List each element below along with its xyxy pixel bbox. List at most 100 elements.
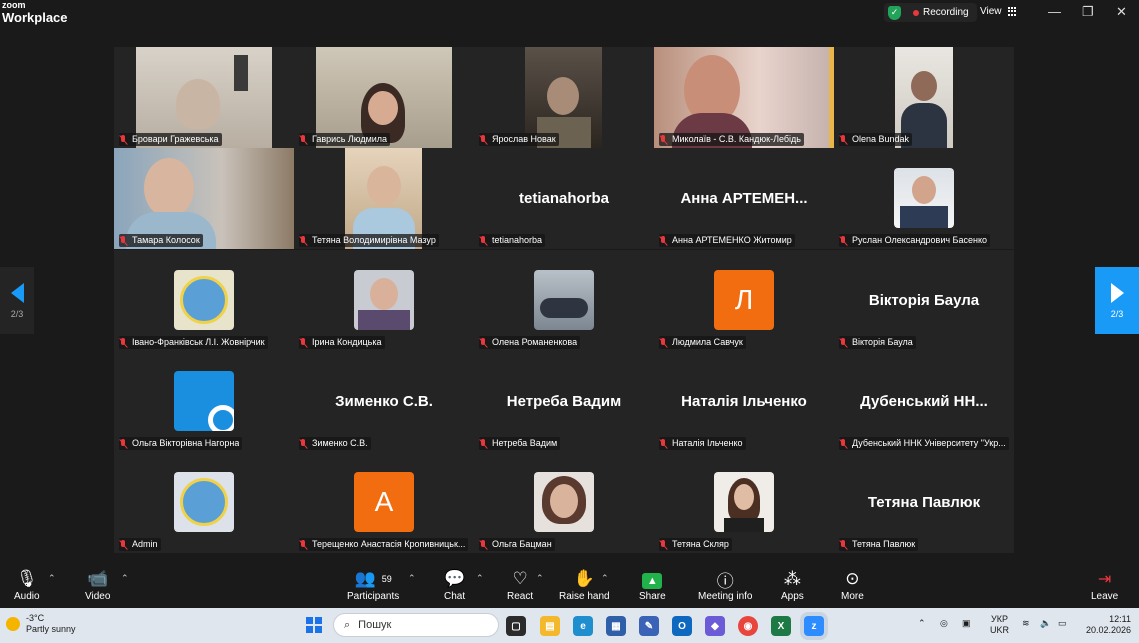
- outlook-icon[interactable]: O: [672, 616, 692, 636]
- mic-muted-icon: [299, 134, 308, 145]
- participant-tile[interactable]: Тетяна Павлюк Тетяна Павлюк: [834, 452, 1014, 553]
- pen-app-icon[interactable]: ✎: [639, 616, 659, 636]
- react-label: React: [507, 591, 534, 602]
- participant-tile[interactable]: Зименко С.В. Зименко С.В.: [294, 351, 474, 452]
- edge-icon[interactable]: e: [573, 616, 593, 636]
- brand-bottom: Workplace: [2, 10, 68, 25]
- windows-start-icon[interactable]: [306, 617, 322, 633]
- file-explorer-icon[interactable]: ▤: [540, 616, 560, 636]
- grid-icon: [1007, 7, 1017, 16]
- participant-tile[interactable]: tetianahorba tetianahorba: [474, 148, 654, 249]
- recording-indicator[interactable]: ✓ Recording: [884, 3, 977, 22]
- language-indicator[interactable]: УКР UKR: [990, 614, 1009, 636]
- volume-icon[interactable]: 🔈: [1040, 618, 1051, 629]
- recording-label: Recording: [923, 7, 969, 18]
- wifi-icon[interactable]: ≋: [1022, 618, 1030, 629]
- zoom-logo: zoom Workplace: [2, 1, 68, 25]
- previous-page-button[interactable]: 2/3: [0, 267, 34, 334]
- participant-tile[interactable]: Л Людмила Савчук: [654, 250, 834, 351]
- participant-tile[interactable]: Ярослав Новак: [474, 47, 654, 148]
- participant-tile[interactable]: Ольга Бацман: [474, 452, 654, 553]
- restore-button[interactable]: ❐: [1082, 4, 1094, 20]
- zoom-app-icon[interactable]: z: [804, 616, 824, 636]
- audio-button[interactable]: 🎙 Audio: [14, 567, 40, 602]
- tray-overflow-icon[interactable]: ⌃: [918, 618, 926, 629]
- participant-avatar: [534, 472, 594, 532]
- participant-name-label: Зименко С.В.: [299, 437, 371, 450]
- participants-button[interactable]: 👥 59 Participants: [347, 567, 399, 602]
- video-label: Video: [85, 591, 111, 602]
- participant-tile[interactable]: Руслан Олександрович Басенко: [834, 148, 1014, 249]
- participant-tile[interactable]: Наталія Ільченко Наталія Ільченко: [654, 351, 834, 452]
- apps-label: Apps: [781, 591, 804, 602]
- participant-letter-avatar: A: [354, 472, 414, 532]
- participant-tile[interactable]: Олена Романенкова: [474, 250, 654, 351]
- tray-app-icon[interactable]: ◎: [940, 618, 948, 629]
- participant-tile[interactable]: Анна АРТЕМЕН... Анна АРТЕМЕНКО Житомир: [654, 148, 834, 249]
- close-button[interactable]: ✕: [1116, 4, 1127, 20]
- security-shield-icon[interactable]: ✓: [888, 5, 901, 20]
- meeting-info-button[interactable]: ⓘ Meeting info: [698, 567, 752, 603]
- participant-tile[interactable]: Гаврись Людмила: [294, 47, 474, 148]
- tray-app-icon[interactable]: ▣: [962, 618, 971, 629]
- view-button[interactable]: View: [980, 6, 1017, 17]
- participant-tile[interactable]: Тетяна Скляр: [654, 452, 834, 553]
- video-options-caret[interactable]: ⌃: [121, 573, 129, 584]
- participant-tile[interactable]: Тамара Колосок: [114, 148, 294, 249]
- mic-muted-icon: [299, 539, 308, 550]
- minimize-button[interactable]: —: [1048, 4, 1061, 19]
- react-options-caret[interactable]: ⌃: [536, 573, 544, 584]
- participant-name-label: Олена Романенкова: [479, 336, 581, 349]
- raise-hand-options-caret[interactable]: ⌃: [601, 573, 609, 584]
- mic-muted-icon: [839, 134, 848, 145]
- search-placeholder: Пошук: [358, 619, 392, 631]
- battery-icon[interactable]: ▭: [1058, 618, 1067, 629]
- taskbar-search[interactable]: ⌕ Пошук: [333, 613, 499, 637]
- participant-tile[interactable]: Ірина Кондицька: [294, 250, 474, 351]
- participant-tile[interactable]: Olena Bundak: [834, 47, 1014, 148]
- mic-muted-icon: [479, 235, 488, 246]
- apps-button[interactable]: ⁂ Apps: [781, 567, 804, 602]
- participant-tile[interactable]: Тетяна Володимирівна Мазур: [294, 148, 474, 249]
- view-label: View: [980, 6, 1002, 17]
- share-button[interactable]: ▲ Share: [639, 567, 666, 602]
- task-view-icon[interactable]: ▢: [506, 616, 526, 636]
- participant-tile[interactable]: Івано-Франківськ Л.І. Жовнірчик: [114, 250, 294, 351]
- chrome-icon[interactable]: ◉: [738, 616, 758, 636]
- participant-tile[interactable]: A Терещенко Анастасія Кропивницьк...: [294, 452, 474, 553]
- system-clock[interactable]: 12:11 20.02.2026: [1081, 614, 1131, 636]
- audio-options-caret[interactable]: ⌃: [48, 573, 56, 584]
- weather-widget[interactable]: -3°C Partly sunny: [6, 613, 76, 635]
- participants-options-caret[interactable]: ⌃: [408, 573, 416, 584]
- meeting-toolbar: 🎙 Audio ⌃ 📹 Video ⌃ 👥 59 Participants ⌃ 💬…: [0, 563, 1139, 608]
- excel-icon[interactable]: X: [771, 616, 791, 636]
- participant-tile[interactable]: Нетреба Вадим Нетреба Вадим: [474, 351, 654, 452]
- video-button[interactable]: 📹 Video: [85, 567, 110, 602]
- next-page-button[interactable]: 2/3: [1095, 267, 1139, 334]
- participant-name-label: Терещенко Анастасія Кропивницьк...: [299, 538, 469, 551]
- arrow-left-icon: [10, 282, 24, 303]
- more-button[interactable]: ⊙ More: [841, 567, 864, 602]
- participant-tile[interactable]: Вікторія Баула Вікторія Баула: [834, 250, 1014, 351]
- leave-button[interactable]: ⇥ Leave: [1091, 567, 1118, 602]
- participant-display-name: tetianahorba: [518, 190, 609, 207]
- store-icon[interactable]: ▦: [606, 616, 626, 636]
- chat-options-caret[interactable]: ⌃: [476, 573, 484, 584]
- participant-tile[interactable]: Бровари Гражевська: [114, 47, 294, 148]
- mic-muted-icon: [839, 235, 848, 246]
- raise-hand-label: Raise hand: [559, 591, 610, 602]
- more-label: More: [841, 591, 864, 602]
- participant-tile[interactable]: Admin: [114, 452, 294, 553]
- participant-tile[interactable]: Дубенський НН... Дубенський ННК Універси…: [834, 351, 1014, 452]
- participant-name-label: Тетяна Павлюк: [839, 538, 919, 551]
- copilot-icon[interactable]: ◆: [705, 616, 725, 636]
- participant-tile[interactable]: Миколаїв - С.В. Кандюк-Лебідь: [654, 47, 834, 148]
- participant-name-label: Admin: [119, 538, 161, 551]
- mic-muted-icon: [659, 438, 668, 449]
- participant-name-label: Ірина Кондицька: [299, 336, 385, 349]
- chat-button[interactable]: 💬 Chat: [444, 567, 465, 602]
- participant-name-label: Ольга Вікторівна Нагорна: [119, 437, 243, 450]
- participant-tile[interactable]: Ольга Вікторівна Нагорна: [114, 351, 294, 452]
- share-screen-icon: ▲: [642, 573, 663, 589]
- react-button[interactable]: ♡ React: [507, 567, 533, 602]
